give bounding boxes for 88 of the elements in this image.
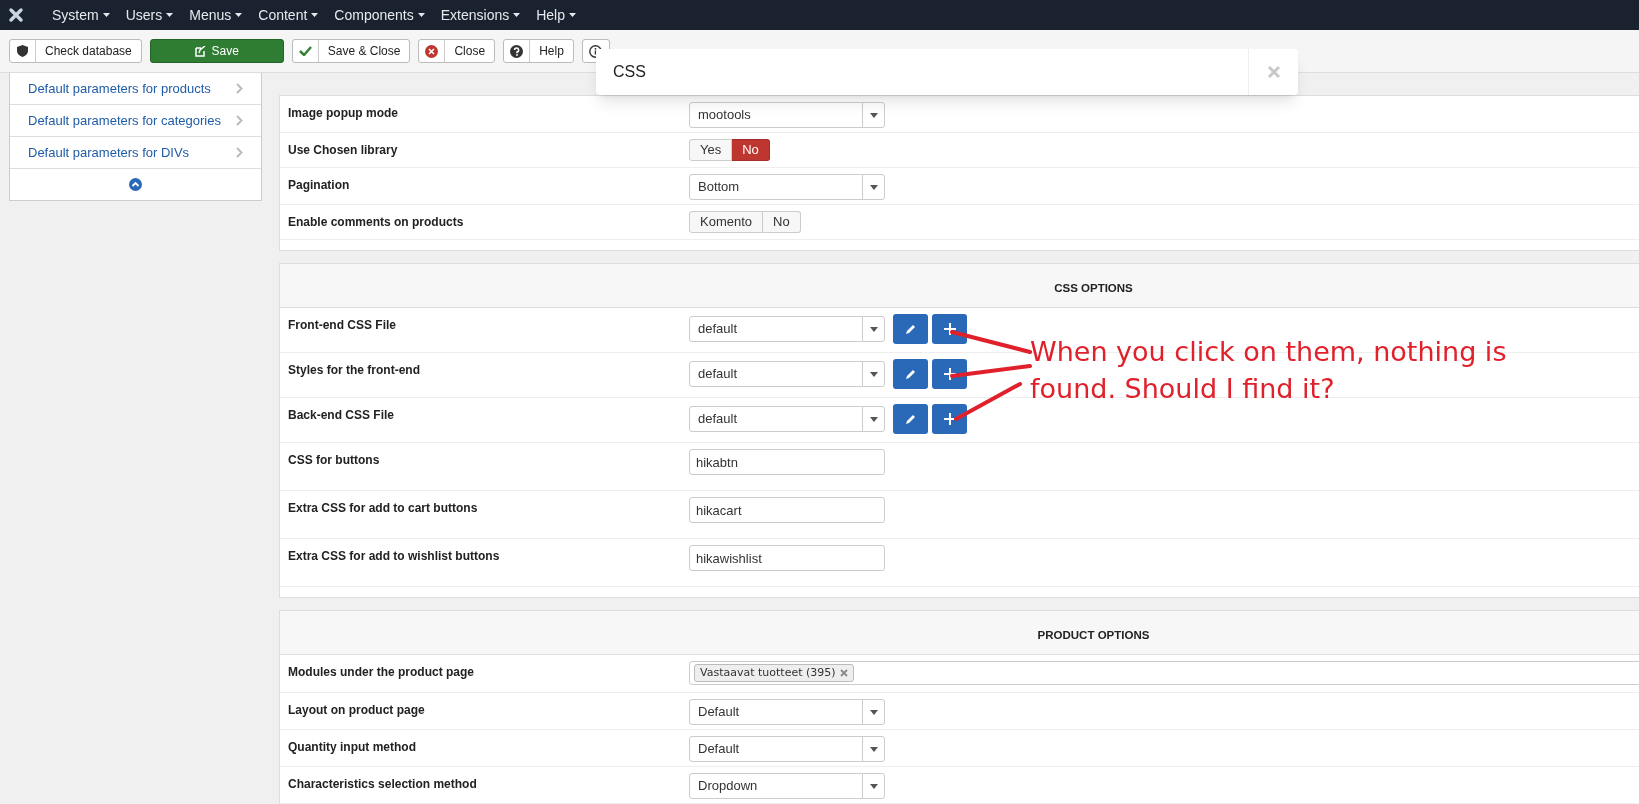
field-label: Layout on product page (288, 702, 426, 719)
field-label: CSS for buttons (288, 452, 381, 469)
nav-menu[interactable]: System (44, 4, 118, 26)
save-button[interactable]: Save (149, 39, 284, 63)
nav-menu[interactable]: Menus (181, 4, 251, 26)
caret-icon (869, 783, 878, 789)
caret-icon (869, 416, 878, 422)
close-icon (1266, 65, 1281, 79)
caret-icon (869, 326, 878, 332)
field-label: Styles for the front-end (288, 362, 421, 379)
sidebar-item[interactable]: Default parameters for products (10, 73, 261, 105)
edit-button[interactable] (893, 404, 928, 434)
plus-icon (943, 413, 956, 425)
edit-icon (194, 45, 206, 57)
field-label: Extra CSS for add to cart buttons (288, 500, 479, 517)
select-dropdown[interactable]: Dropdown (689, 773, 885, 799)
pencil-icon (904, 413, 917, 425)
field-label: Image popup mode (288, 105, 399, 122)
caret-icon (869, 709, 878, 715)
toggle-option[interactable]: No (763, 211, 801, 233)
caret-icon (311, 13, 319, 17)
caret-icon (166, 13, 174, 17)
select-dropdown[interactable]: default (689, 406, 885, 432)
plus-icon (943, 368, 956, 380)
tag-chip[interactable]: Vastaavat tuotteet (395) (694, 664, 854, 682)
pencil-icon (904, 323, 917, 335)
sidebar-item[interactable]: Default parameters for DIVs (10, 137, 261, 169)
toggle-option[interactable]: Komento (689, 211, 764, 233)
shield-icon (17, 45, 28, 57)
help-icon (510, 44, 524, 58)
field-label: Front-end CSS File (288, 317, 397, 334)
nav-menu[interactable]: Users (117, 4, 182, 26)
chevron-icon (236, 115, 243, 126)
caret-icon (513, 13, 521, 17)
annotation-text: When you click on them, nothing is found. Should I find it? (1030, 335, 1508, 406)
text-field[interactable]: hikacart (689, 497, 885, 523)
field-label: Enable comments on products (288, 214, 465, 231)
nav-menu[interactable]: Help (528, 4, 584, 26)
caret-icon (869, 112, 878, 118)
collapse-icon[interactable] (129, 178, 142, 191)
close-icon (425, 44, 439, 58)
nav-menu[interactable]: Extensions (432, 4, 529, 26)
toolbar-button[interactable]: Help (503, 39, 574, 63)
logo-icon (8, 7, 24, 23)
caret-icon (417, 13, 425, 17)
caret-icon (869, 371, 878, 377)
select-dropdown[interactable]: Default (689, 736, 885, 762)
caret-icon (869, 184, 878, 190)
field-label: Pagination (288, 177, 351, 194)
edit-button[interactable] (893, 314, 928, 344)
sidebar-item[interactable]: Default parameters for categories (10, 105, 261, 137)
field-label: Back-end CSS File (288, 407, 396, 424)
add-button[interactable] (932, 314, 967, 344)
select-dropdown[interactable]: Default (689, 699, 885, 725)
select-dropdown[interactable]: default (689, 361, 885, 387)
section-heading: CSS OPTIONS (280, 264, 1639, 308)
edit-button[interactable] (893, 359, 928, 389)
toggle-option[interactable]: Yes (689, 139, 733, 161)
select-dropdown[interactable]: Bottom (689, 174, 885, 200)
field-label: Quantity input method (288, 739, 417, 756)
select-dropdown[interactable]: default (689, 316, 885, 342)
section-heading: PRODUCT OPTIONS (280, 611, 1639, 655)
caret-icon (869, 746, 878, 752)
toggle-option[interactable]: No (732, 139, 770, 161)
nav-menu[interactable]: Components (326, 4, 433, 26)
field-label: Modules under the product page (288, 664, 475, 681)
text-field[interactable]: hikabtn (689, 449, 885, 475)
text-field[interactable]: hikawishlist (689, 545, 885, 571)
chevron-icon (236, 83, 243, 94)
toolbar-button[interactable]: Save & Close (291, 39, 411, 63)
caret-icon (235, 13, 243, 17)
add-button[interactable] (932, 404, 967, 434)
field-label: Extra CSS for add to wishlist buttons (288, 548, 501, 565)
nav-menu[interactable]: Content (250, 4, 327, 26)
search-field[interactable]: CSS (596, 49, 1248, 95)
plus-icon (943, 323, 956, 335)
field-label: Use Chosen library (288, 142, 399, 159)
caret-icon (569, 13, 576, 17)
field-label: Characteristics selection method (288, 776, 478, 793)
toolbar-button[interactable]: Check database (9, 39, 142, 63)
add-button[interactable] (932, 359, 967, 389)
check-icon (298, 46, 312, 56)
toolbar-button[interactable]: Close (418, 39, 496, 63)
caret-icon (102, 13, 110, 17)
chevron-icon (236, 147, 243, 158)
select-dropdown[interactable]: mootools (689, 102, 885, 128)
remove-icon[interactable] (839, 669, 848, 677)
pencil-icon (904, 368, 917, 380)
